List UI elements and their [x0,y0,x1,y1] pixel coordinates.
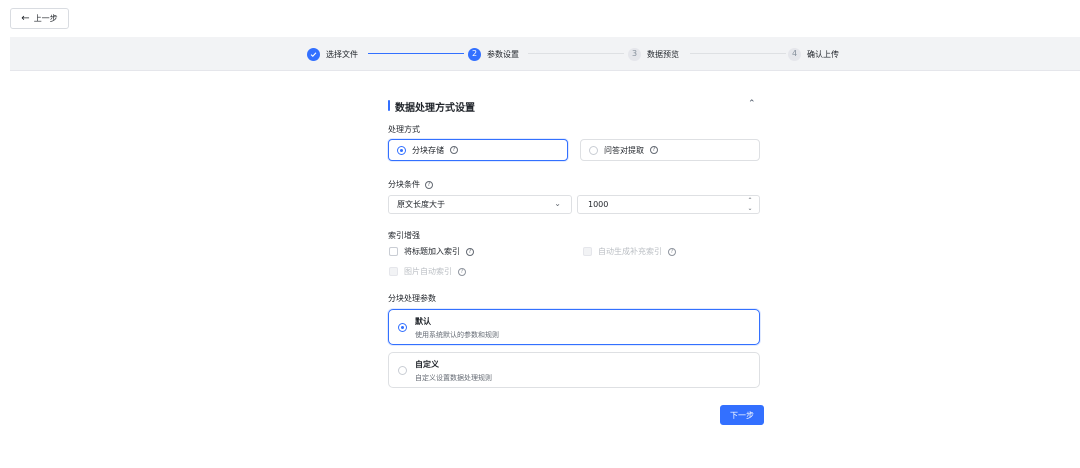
step-number: 2 [468,47,481,61]
radio-custom-params[interactable]: 自定义 自定义设置数据处理规则 [388,352,760,388]
step-label: 选择文件 [326,49,358,59]
processing-mode-label: 处理方式 [388,125,420,134]
option-label: 分块存储 [412,145,444,155]
help-icon[interactable]: ? [466,247,474,256]
step-select-file: 选择文件 [307,46,358,62]
number-value: 1000 [588,200,609,209]
back-button-label: 上一步 [33,14,58,23]
step-confirm: 4 确认上传 [788,46,839,62]
step-connector [690,53,786,54]
chevron-down-icon: ⌄ [554,199,561,208]
help-icon[interactable]: ? [650,146,658,154]
help-icon[interactable]: ? [458,267,466,276]
check-icon [307,47,320,61]
select-value: 原文长度大于 [397,200,445,209]
index-enhance-label: 索引增强 [388,231,420,240]
checkbox-auto-index: 自动生成补充索引 ? [583,246,676,257]
chunk-length-input[interactable]: 1000 ⌃ ⌄ [577,195,760,214]
step-connector [528,53,624,54]
chunk-condition-select[interactable]: 原文长度大于 ⌄ [388,195,572,214]
back-button[interactable]: ← 上一步 [10,8,69,29]
chevron-up-icon[interactable]: ⌃ [748,99,756,109]
checkbox-icon [583,247,592,256]
checkbox-label: 自动生成补充索引 [598,247,662,256]
option-desc: 自定义设置数据处理规则 [415,374,492,382]
number-stepper[interactable]: ⌃ ⌄ [745,197,755,212]
radio-default-params[interactable]: 默认 使用系统默认的参数和规则 [388,309,760,345]
step-number: 4 [788,47,801,61]
steps-bar: 选择文件 2 参数设置 3 数据预览 4 确认上传 [10,37,1080,71]
arrow-left-icon: ← [21,12,30,24]
next-button[interactable]: 下一步 [720,405,764,425]
checkbox-image-index: 图片自动索引 ? [389,266,466,277]
section-title: 数据处理方式设置 [388,99,475,114]
stepper-down-icon[interactable]: ⌄ [747,205,752,212]
option-title: 自定义 [415,360,439,369]
option-title: 默认 [415,317,431,326]
step-label: 参数设置 [487,49,519,59]
checkbox-title-index[interactable]: 将标题加入索引 ? [389,246,474,257]
radio-chunk-storage[interactable]: 分块存储 ? [388,139,568,161]
chunk-condition-text: 分块条件 [388,180,420,189]
option-desc: 使用系统默认的参数和规则 [415,331,499,339]
checkbox-icon [389,267,398,276]
step-label: 数据预览 [647,49,679,59]
step-connector [368,53,464,54]
radio-qa-extract[interactable]: 问答对提取 ? [580,139,760,161]
step-label: 确认上传 [807,49,839,59]
step-preview: 3 数据预览 [628,46,679,62]
help-icon[interactable]: ? [425,180,433,189]
radio-icon [589,145,598,155]
radio-icon [398,366,407,375]
radio-icon [397,145,406,155]
checkbox-label: 图片自动索引 [404,267,452,276]
option-label: 问答对提取 [604,145,644,155]
chunk-condition-label: 分块条件 ? [388,179,433,190]
help-icon[interactable]: ? [668,247,676,256]
checkbox-label: 将标题加入索引 [404,247,460,256]
step-params: 2 参数设置 [468,46,519,62]
stepper-up-icon[interactable]: ⌃ [747,197,752,204]
checkbox-icon[interactable] [389,247,398,256]
step-number: 3 [628,47,641,61]
help-icon[interactable]: ? [450,146,458,154]
radio-icon [398,323,407,332]
chunk-params-label: 分块处理参数 [388,294,436,303]
